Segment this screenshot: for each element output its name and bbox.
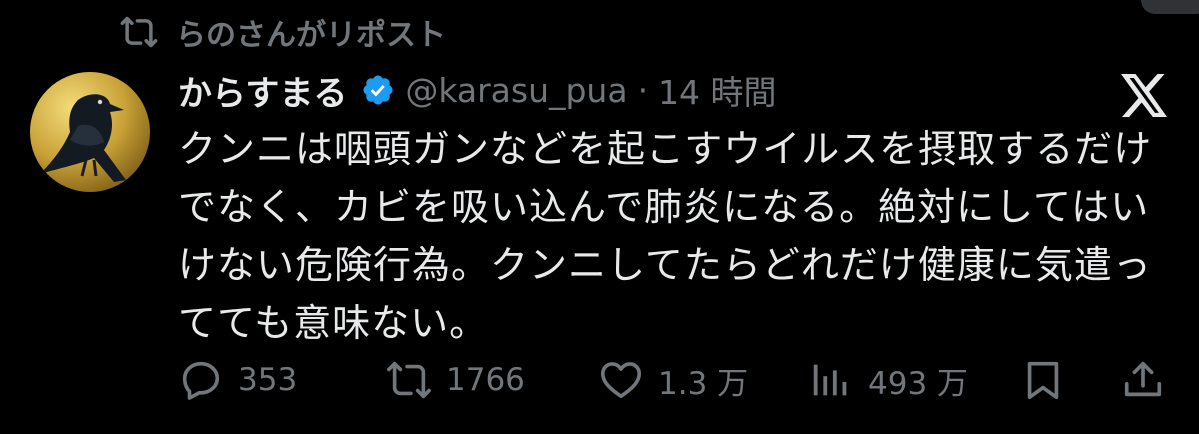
views-button[interactable]: 493 万	[808, 352, 968, 408]
like-count: 1.3 万	[658, 365, 749, 402]
reply-icon	[182, 361, 220, 400]
repost-context[interactable]: らのさんがリポスト	[118, 12, 446, 53]
separator-dot: ·	[637, 70, 649, 110]
tweet-header: からすまる @karasu_pua · 14 時間	[178, 66, 777, 114]
avatar[interactable]	[30, 72, 150, 192]
bookmark-icon	[1027, 361, 1059, 400]
views-chart-icon	[813, 364, 847, 396]
heart-icon	[600, 362, 642, 399]
repost-count: 1766	[446, 362, 525, 398]
verified-badge-icon[interactable]	[361, 73, 395, 107]
tweet-text-line: でなく、カビを吸い込んで肺炎になる。絶対にしてはい	[178, 185, 1150, 229]
like-button[interactable]: 1.3 万	[598, 352, 748, 408]
reply-button[interactable]: 353	[178, 352, 297, 408]
top-right-pill	[1141, 0, 1199, 14]
tweet-action-bar: 353 1766 1.3 万 493 万	[178, 352, 1168, 408]
tweet-text-line: クンニは咽頭ガンなどを起こすウイルスを摂取するだけ	[178, 127, 1153, 171]
bookmark-button[interactable]	[1020, 352, 1066, 408]
reply-count: 353	[238, 362, 298, 398]
timestamp[interactable]: 14 時間	[658, 66, 776, 114]
share-button[interactable]	[1120, 352, 1166, 408]
repost-context-label: らのさんがリポスト	[176, 18, 446, 53]
display-name[interactable]: からすまる	[178, 66, 347, 115]
x-logo-icon	[1121, 74, 1167, 117]
tweet-body: クンニは咽頭ガンなどを起こすウイルスを摂取するだけ でなく、カビを吸い込んで肺炎…	[178, 120, 1168, 352]
repost-icon	[120, 16, 158, 48]
share-icon	[1124, 361, 1162, 397]
repost-button[interactable]: 1766	[386, 352, 525, 408]
views-count: 493 万	[868, 365, 969, 402]
user-handle[interactable]: @karasu_pua	[405, 71, 627, 110]
repost-icon	[387, 361, 431, 399]
tweet-text-line: けない危険行為。クンニしてたらどれだけ健康に気遣っ	[178, 243, 1152, 287]
crow-avatar-image	[30, 72, 150, 192]
tweet-text-line: てても意味ない。	[178, 301, 489, 345]
